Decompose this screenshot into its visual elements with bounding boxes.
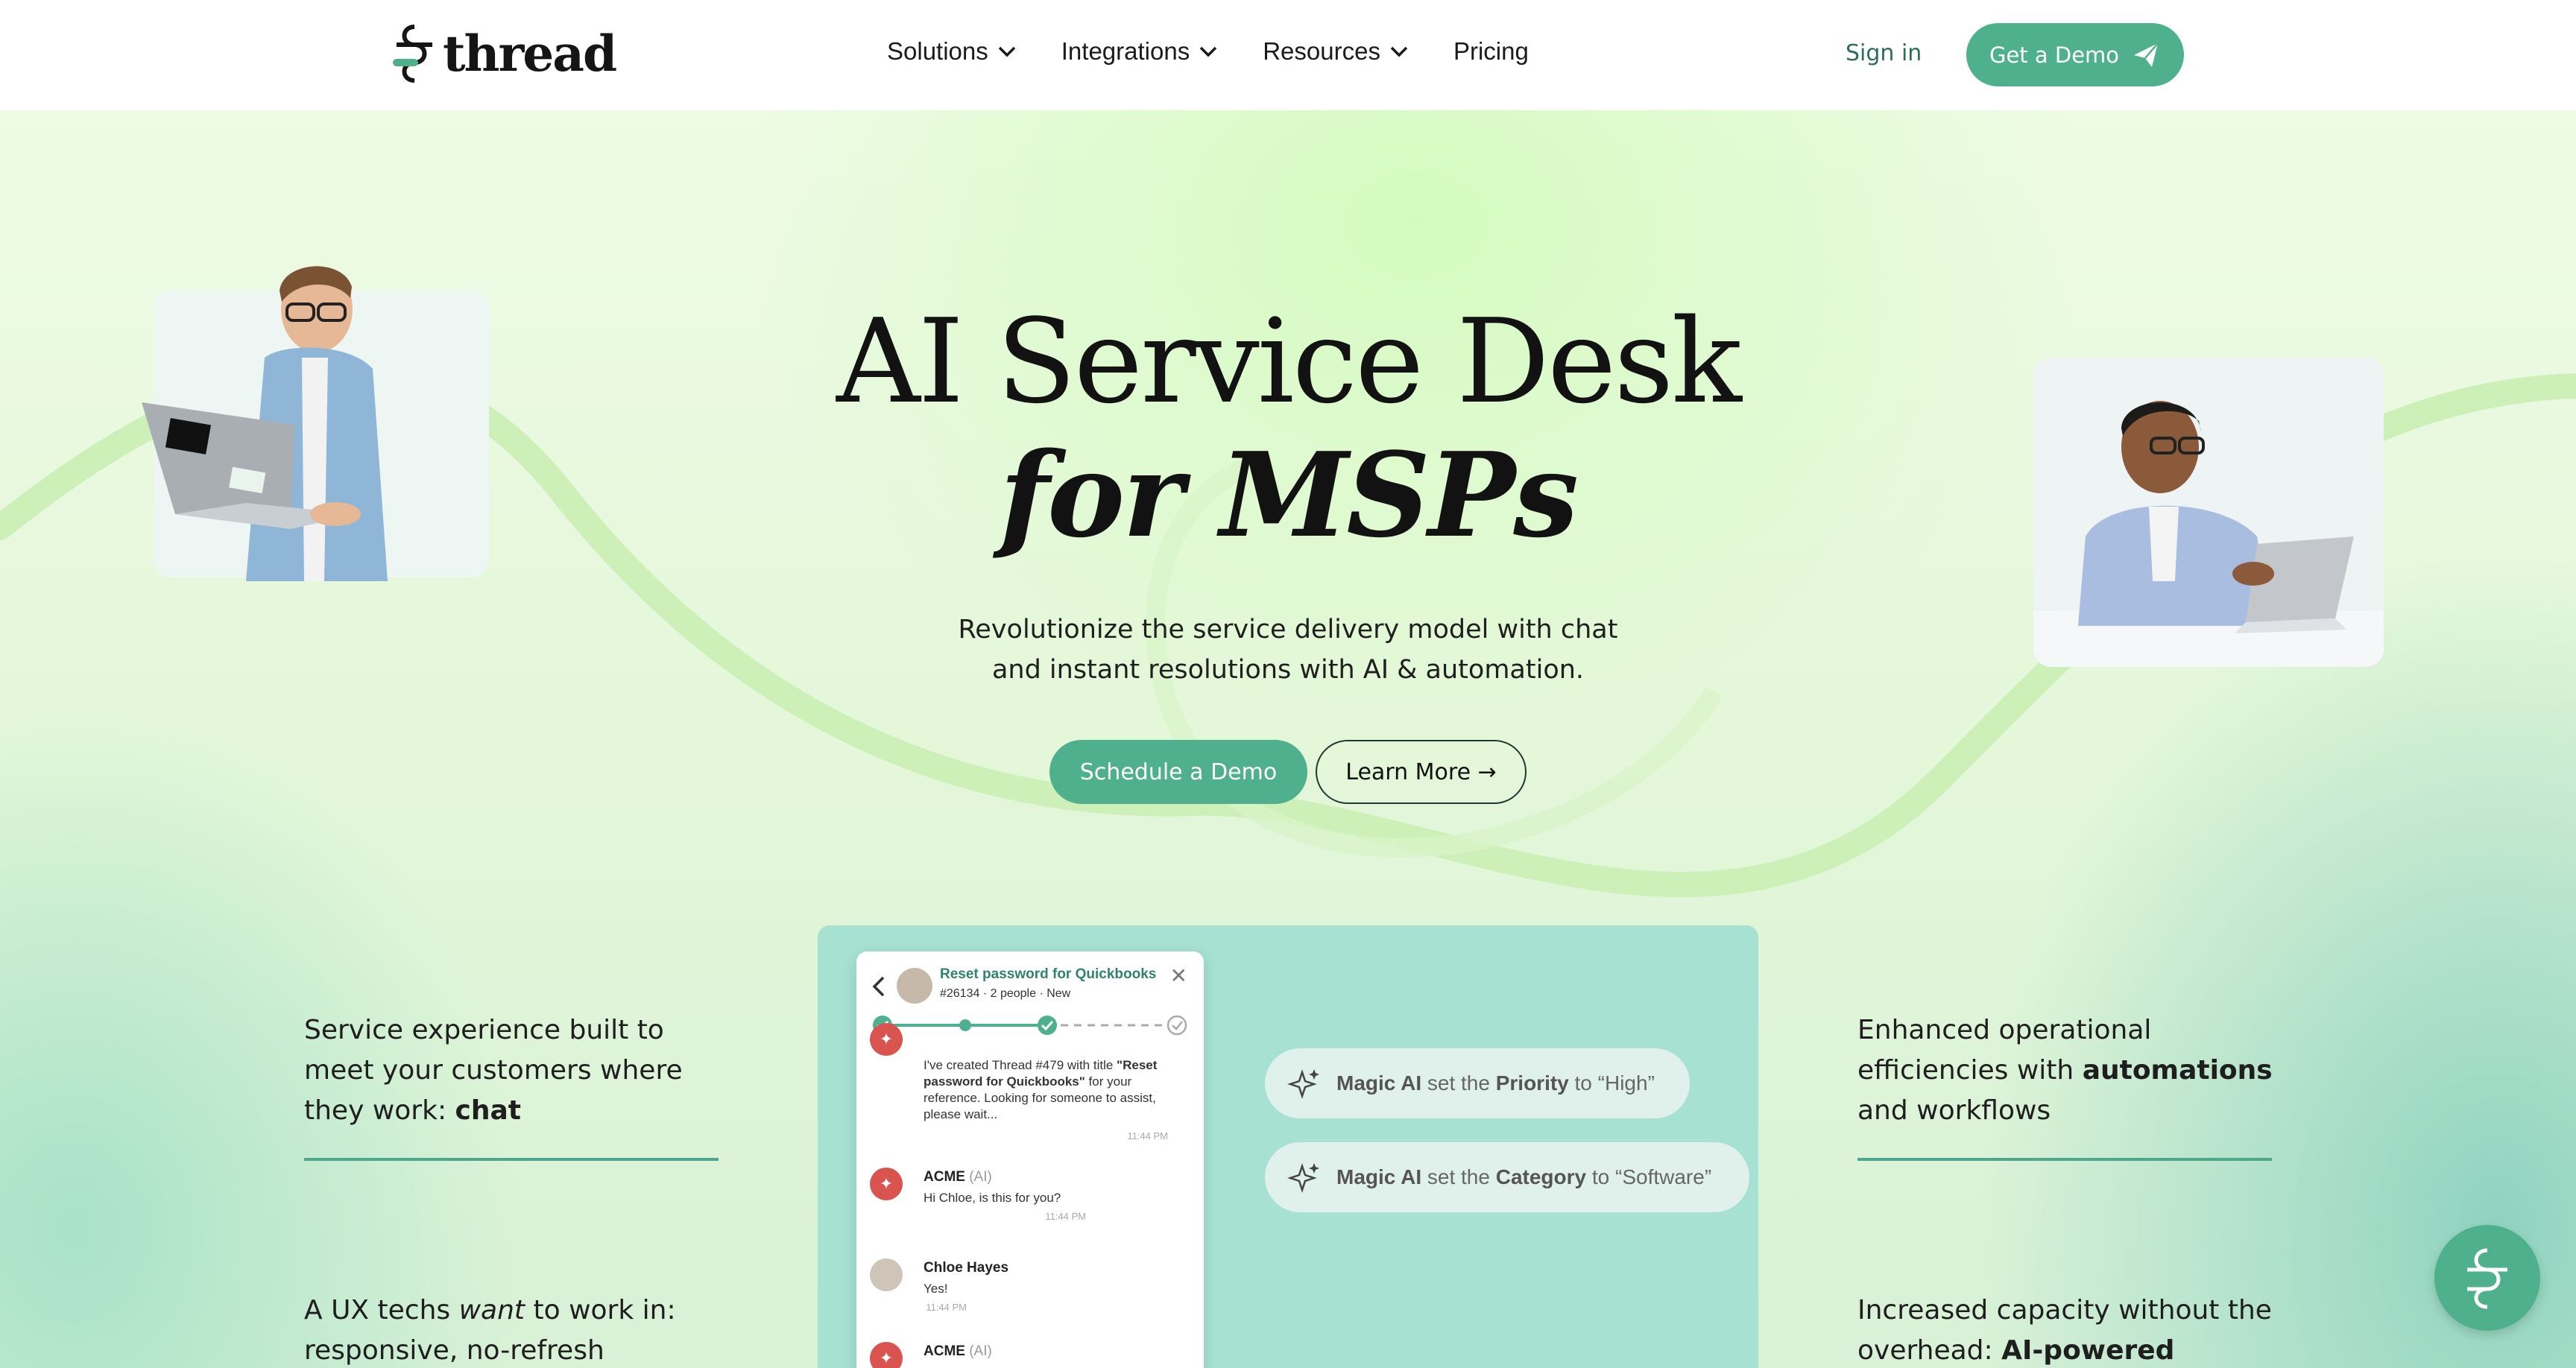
hero-subtitle-line: Revolutionize the service delivery model… [958,615,1618,645]
hero-subtitle-line: and instant resolutions with AI & automa… [991,655,1585,685]
magic-ai-actor: Magic AI [1336,1165,1422,1188]
author-name: ACME [924,1169,965,1185]
ticket-meta: #26134 · 2 people · New [940,987,1071,1000]
hero-title-italic: for MSPs [999,427,1579,563]
message-time: 11:44 PM [1127,1130,1168,1141]
magic-ai-text: to “Software” [1586,1165,1712,1188]
user-avatar [870,1258,903,1291]
chevron-down-icon [1199,46,1217,57]
feature-highlight: automations [2082,1055,2273,1086]
ai-avatar-icon: ✦ [870,1342,903,1368]
feature-automations: Enhanced operational efficiencies with a… [1857,1010,2275,1131]
product-demo-panel: Reset password for Quickbooks #26134 · 2… [818,925,1758,1368]
chat-message: ✦ I've created Thread #479 with title "R… [870,1023,1190,1151]
message-author: ACME (AI) [924,1343,992,1360]
nav-solutions[interactable]: Solutions [887,37,1017,66]
nav-label: Solutions [887,37,988,65]
message-text-part: I've created Thread #479 with title [924,1058,1117,1072]
nav-label: Pricing [1453,37,1529,65]
chevron-down-icon [1390,46,1408,57]
author-name: ACME [924,1343,965,1359]
nav-pricing[interactable]: Pricing [1453,37,1529,66]
feature-text: and workflows [1857,1095,2051,1126]
magic-ai-text: to “High” [1568,1071,1655,1095]
magic-ai-actor: Magic AI [1336,1071,1422,1095]
magic-ai-text: set the [1421,1165,1496,1188]
ticket-progress-tracker [873,1015,1187,1036]
feature-highlight: chat [455,1095,522,1126]
message-time: 11:44 PM [1045,1211,1086,1222]
close-icon[interactable]: ✕ [1170,963,1187,988]
feature-ux: A UX techs want to work in: responsive, … [304,1291,722,1368]
magic-ai-text: set the [1421,1071,1496,1095]
message-author: Chloe Hayes [924,1260,1009,1276]
get-demo-button[interactable]: Get a Demo [1966,23,2184,86]
magic-ai-priority-pill: Magic AI set the Priority to “High” [1265,1048,1690,1118]
chat-message: ✦ ACME (AI) [870,1342,1190,1368]
feature-text: A UX techs [304,1295,459,1326]
nav-label: Resources [1263,37,1380,65]
main-nav: Solutions Integrations Resources Pricing [887,37,1529,66]
author-tag: (AI) [969,1343,992,1359]
feature-divider [304,1158,719,1161]
hero-title: AI Service Desk [836,294,1742,429]
avatar [897,968,932,1004]
nav-integrations[interactable]: Integrations [1061,37,1218,66]
thread-logo[interactable]: thread [392,22,617,85]
thread-chat-icon [2467,1248,2507,1309]
get-demo-label: Get a Demo [1989,42,2120,68]
ai-avatar-icon: ✦ [870,1168,903,1200]
sparkle-icon [1287,1069,1319,1099]
hero-subtitle: Revolutionize the service delivery model… [915,609,1661,690]
chat-card: Reset password for Quickbooks #26134 · 2… [856,951,1204,1368]
learn-more-button[interactable]: Learn More → [1316,740,1527,804]
schedule-demo-button[interactable]: Schedule a Demo [1049,740,1307,804]
chat-card-header: Reset password for Quickbooks #26134 · 2… [856,951,1204,1041]
sparkle-icon [1287,1163,1319,1193]
site-header: thread Solutions Integrations Resources … [0,0,2576,110]
ai-avatar-icon: ✦ [870,1023,903,1056]
magic-ai-category-pill: Magic AI set the Category to “Software” [1265,1142,1749,1212]
message-time: 11:44 PM [926,1302,967,1313]
logo-wordmark: thread [443,25,617,83]
feature-divider [1857,1158,2272,1161]
author-tag: (AI) [969,1169,992,1185]
feature-emphasis: want [458,1295,525,1326]
nav-resources[interactable]: Resources [1263,37,1409,66]
chat-launcher-button[interactable] [2434,1225,2540,1331]
sign-in-link[interactable]: Sign in [1846,40,1922,66]
feature-ai-admin: Increased capacity without the overhead:… [1857,1291,2275,1368]
chat-message: Chloe Hayes Yes! 11:44 PM [870,1258,1190,1326]
magic-ai-field: Category [1495,1165,1587,1188]
message-text: Hi Chloe, is this for you? [924,1191,1061,1205]
message-text: I've created Thread #479 with title "Res… [924,1057,1169,1123]
paper-plane-icon [2134,42,2159,67]
feature-chat: Service experience built to meet your cu… [304,1010,722,1131]
message-text: Yes! [924,1282,948,1296]
chevron-down-icon [998,46,1016,57]
nav-label: Integrations [1061,37,1190,65]
back-arrow-icon[interactable] [871,975,886,998]
message-author: ACME (AI) [924,1169,992,1185]
ticket-title: Reset password for Quickbooks [940,966,1157,982]
magic-ai-field: Priority [1495,1071,1569,1095]
thread-logo-icon [393,25,432,83]
chat-message: ✦ ACME (AI) Hi Chloe, is this for you? 1… [870,1168,1190,1242]
